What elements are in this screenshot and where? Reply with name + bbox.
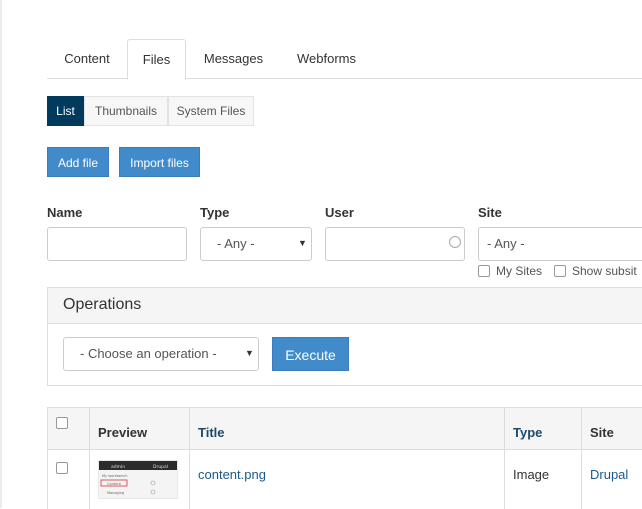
operations-title: Operations [63,296,142,313]
site-filter-value: - Any - [487,236,525,251]
file-preview-thumbnail: admin Drupal My workbench Content Managi… [98,460,178,499]
tab-files[interactable]: Files [127,39,186,80]
thumb-user: admin [111,464,125,470]
operations-header: Operations [48,288,642,324]
autocomplete-throbber-icon [449,236,461,248]
col-divider [89,408,90,509]
show-subsites-label: Show subsit [572,264,637,278]
site-filter-select[interactable]: - Any - [478,227,642,261]
file-site-link[interactable]: Drupal [590,467,628,482]
type-column-header[interactable]: Type [513,425,542,440]
file-title-link[interactable]: content.png [198,467,266,482]
type-filter-select[interactable]: - Any - [200,227,312,261]
thumbnail-image: admin Drupal My workbench Content Managi… [99,461,177,495]
col-divider [189,408,190,509]
files-table: Preview Title Type Site admin Drupal My … [47,407,642,509]
type-select-chevron-down-icon: ▼ [298,238,307,248]
type-filter-value: - Any - [217,236,255,251]
my-sites-label: My Sites [496,264,543,278]
tab-messages[interactable]: Messages [186,39,281,79]
subtab-thumbnails[interactable]: Thumbnails [84,96,168,126]
user-filter-label: User [325,205,354,220]
site-column-header: Site [590,425,614,440]
execute-button[interactable]: Execute [272,337,349,371]
thumb-item3: Managing [107,491,124,495]
primary-tabs: Content Files Messages Webforms [47,39,642,80]
col-divider [504,408,505,509]
operation-select-value: - Choose an operation - [80,346,217,361]
import-files-button[interactable]: Import files [119,147,200,177]
add-file-button[interactable]: Add file [47,147,109,177]
thumb-site: Drupal [153,464,168,470]
operation-select[interactable]: - Choose an operation - [63,337,259,371]
my-sites-checkbox[interactable] [478,265,490,277]
row-select-checkbox[interactable] [56,462,68,474]
thumb-item2: Content [107,482,122,486]
page-left-border [0,0,2,508]
title-column-header[interactable]: Title [198,425,225,440]
site-filter-label: Site [478,205,502,220]
thumb-item1: My workbench [102,474,127,478]
name-filter-label: Name [47,205,83,220]
select-all-checkbox[interactable] [56,417,68,429]
tab-content[interactable]: Content [47,39,127,79]
col-divider [581,408,582,509]
name-filter-input[interactable] [47,227,187,261]
subtab-list[interactable]: List [47,96,84,126]
subtab-system-files[interactable]: System Files [168,96,254,126]
user-filter-input[interactable] [325,227,465,261]
type-filter-label: Type [200,205,230,220]
show-subsites-checkbox[interactable] [554,265,566,277]
preview-column-header: Preview [98,425,148,440]
file-type: Image [513,467,550,482]
operation-select-chevron-down-icon: ▼ [245,348,254,358]
tab-webforms[interactable]: Webforms [281,39,372,79]
col-divider [47,408,48,509]
